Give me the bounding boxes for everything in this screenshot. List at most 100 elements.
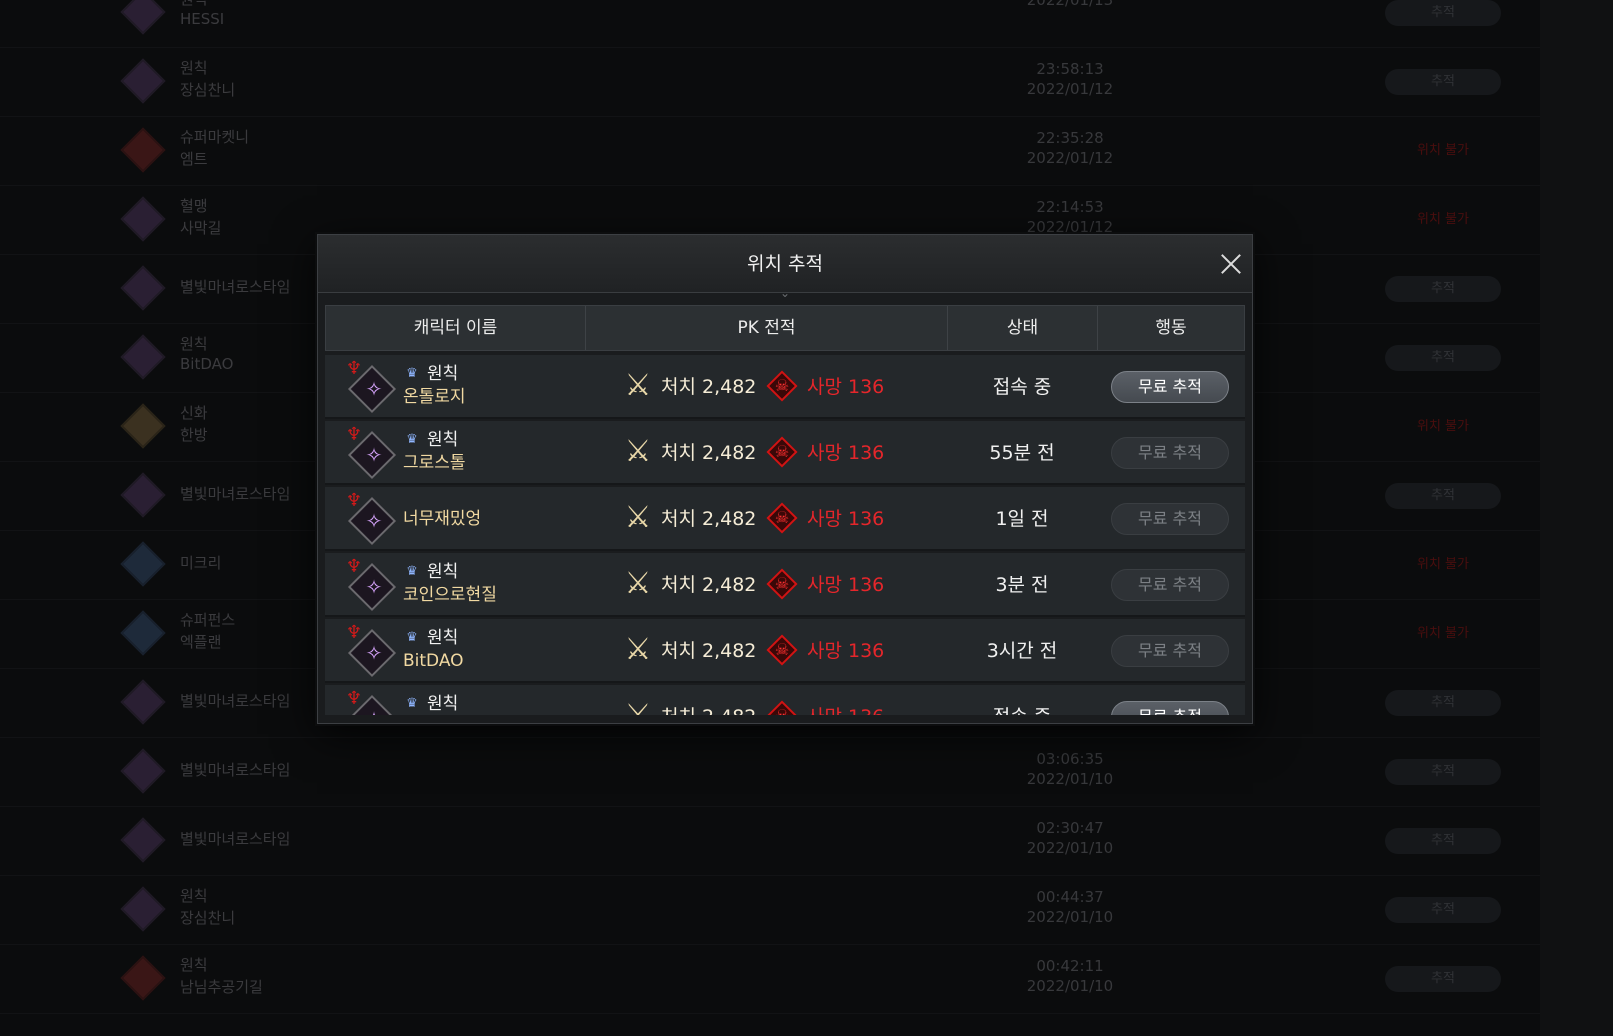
status-text: 1일 전 <box>995 508 1049 530</box>
character-name: BitDAO <box>180 355 234 373</box>
free-track-button[interactable]: 무료 추적 <box>1111 635 1229 667</box>
kill-count: 처치 2,482 <box>661 574 757 596</box>
class-emblem-icon <box>120 403 166 449</box>
date-text: 2022/01/10 <box>1026 839 1114 857</box>
status-text: 접속 중 <box>947 705 1097 715</box>
free-track-button[interactable]: 무료 추적 <box>1111 569 1229 601</box>
guild-name: 원칙 <box>180 335 208 353</box>
free-track-button[interactable]: 무료 추적 <box>1111 371 1229 403</box>
pk-mark-icon: ♆ <box>345 622 363 643</box>
timestamp: 2022/01/13 <box>1025 0 1115 10</box>
crossed-swords-icon: ⚔ <box>624 434 652 469</box>
date-text: 2022/01/10 <box>1026 908 1114 926</box>
track-button[interactable]: 추적 <box>1385 345 1501 371</box>
table-row: ✧ ♆ ♛ 원칙 그로스톨 ⚔ 처치 2,482 ☠ 사망 136 55분 전 무… <box>325 421 1245 485</box>
pk-mark-icon: ♆ <box>345 424 363 445</box>
table-row: ✧ ♆ ♛ 원칙 BitDAO ⚔ 처치 2,482 ☠ 사망 136 3시간 전… <box>325 619 1245 683</box>
skull-icon: ☠ <box>765 699 799 715</box>
class-emblem-icon <box>120 541 166 587</box>
free-track-button[interactable]: 무료 추적 <box>1111 701 1229 715</box>
class-emblem-icon: ✧ ♆ <box>346 424 397 480</box>
track-button[interactable]: 위치 불가 <box>1385 207 1501 233</box>
guild-name: ♛ 원칙 <box>403 693 458 715</box>
column-header-status: 상태 <box>948 306 1098 350</box>
track-button[interactable]: 추적 <box>1385 69 1501 95</box>
death-count: 사망 136 <box>807 508 885 530</box>
guild-name: 신화 <box>180 404 208 422</box>
guild-name: ♛ 원칙 <box>403 429 458 451</box>
track-button[interactable]: 추적 <box>1385 0 1501 26</box>
track-button[interactable]: 위치 불가 <box>1385 138 1501 164</box>
class-emblem-icon <box>120 817 166 863</box>
character-name: 별빛마녀로스타임 <box>180 692 291 710</box>
status-text: 3시간 전 <box>986 640 1058 662</box>
guild-crown-icon: ♛ <box>406 630 418 645</box>
date-text: 2022/01/12 <box>1026 149 1114 167</box>
close-icon[interactable] <box>1216 249 1246 279</box>
character-name: 별빛마녀로스타임 <box>180 830 291 848</box>
date-text: 2022/01/10 <box>1026 770 1114 788</box>
kill-count: 처치 2,482 <box>661 508 757 530</box>
crossed-swords-icon: ⚔ <box>624 500 652 535</box>
guild-name: ♛ 원칙 <box>403 561 458 583</box>
kill-count: 처치 2,482 <box>661 705 756 715</box>
free-track-button[interactable]: 무료 추적 <box>1111 503 1229 535</box>
character-name: HESSI <box>180 10 225 28</box>
class-emblem-icon: ✧ ♆ <box>346 688 397 715</box>
time-text: 23:58:13 <box>1036 60 1104 78</box>
modal-header: 위치 추적 ⌄ <box>318 235 1252 300</box>
class-emblem-icon <box>120 886 166 932</box>
list-item: 슈퍼마켓니 엠트 22:35:28 2022/01/12 위치 불가 <box>0 116 1562 186</box>
character-name: 별빛마녀로스타임 <box>180 485 291 503</box>
guild-label: 원칙 <box>427 364 459 384</box>
guild-label: 원칙 <box>427 694 459 714</box>
track-button[interactable]: 위치 불가 <box>1385 552 1501 578</box>
track-button[interactable]: 추적 <box>1385 690 1501 716</box>
track-button[interactable]: 추적 <box>1385 966 1501 992</box>
guild-name: 혈맹 <box>180 197 208 215</box>
time-text: 00:42:11 <box>1036 957 1104 975</box>
death-count: 사망 136 <box>807 376 885 398</box>
guild-name: 원칙 <box>180 0 208 9</box>
class-emblem-icon: ✧ ♆ <box>346 622 397 678</box>
guild-name: ♛ 원칙 <box>403 627 458 649</box>
guild-name: 슈퍼펀스 <box>180 611 236 629</box>
pk-mark-icon: ♆ <box>345 556 363 577</box>
track-button[interactable]: 추적 <box>1385 276 1501 302</box>
status-text: 55분 전 <box>989 442 1055 464</box>
track-button[interactable]: 추적 <box>1385 759 1501 785</box>
free-track-button[interactable]: 무료 추적 <box>1111 437 1229 469</box>
table-row: ✧ ♆ ♛ 원칙 ⚔ 처치 2,482 ☠ 사망 136 접속 중 무료 추적 <box>325 685 1245 715</box>
time-text: 22:35:28 <box>1036 129 1104 147</box>
guild-label: 원칙 <box>427 562 459 582</box>
class-emblem-icon: ✧ ♆ <box>346 358 397 414</box>
kill-count: 처치 2,482 <box>661 640 757 662</box>
crossed-swords-icon: ⚔ <box>621 699 655 716</box>
skull-icon: ☠ <box>765 435 799 469</box>
guild-name: 원칙 <box>180 59 208 77</box>
skull-icon: ☠ <box>765 369 799 403</box>
column-header-action: 행동 <box>1155 318 1187 338</box>
track-button[interactable]: 위치 불가 <box>1385 621 1501 647</box>
track-button[interactable]: 추적 <box>1385 483 1501 509</box>
guild-crown-icon: ♛ <box>406 432 418 447</box>
crossed-swords-icon: ⚔ <box>624 368 652 403</box>
track-button[interactable]: 추적 <box>1385 828 1501 854</box>
character-name: 그로스톨 <box>403 453 466 473</box>
track-button[interactable]: 위치 불가 <box>1385 414 1501 440</box>
tracking-list[interactable]: ✧ ♆ ♛ 원칙 온톨로지 ⚔ 처치 2,482 ☠ 사망 136 접속 중 무료… <box>325 355 1245 715</box>
column-header-pk-record: PK 전적 <box>586 306 948 350</box>
character-name: 장심찬니 <box>180 909 236 927</box>
track-button[interactable]: 추적 <box>1385 897 1501 923</box>
guild-name: 원칙 <box>180 887 208 905</box>
timestamp: 22:35:28 2022/01/12 <box>1025 128 1115 168</box>
class-emblem-icon <box>120 610 166 656</box>
death-count: 사망 136 <box>807 442 885 464</box>
time-text: 02:30:47 <box>1036 819 1104 837</box>
timestamp: 00:42:11 2022/01/10 <box>1025 956 1115 996</box>
time-text: 22:14:53 <box>1036 198 1104 216</box>
death-count: 사망 136 <box>807 574 885 596</box>
table-row: ✧ ♆ ♛ 원칙 코인으로현질 ⚔ 처치 2,482 ☠ 사망 136 3분 전 … <box>325 553 1245 617</box>
character-name: 남님추공기길 <box>180 978 263 996</box>
time-text: 00:44:37 <box>1036 888 1104 906</box>
